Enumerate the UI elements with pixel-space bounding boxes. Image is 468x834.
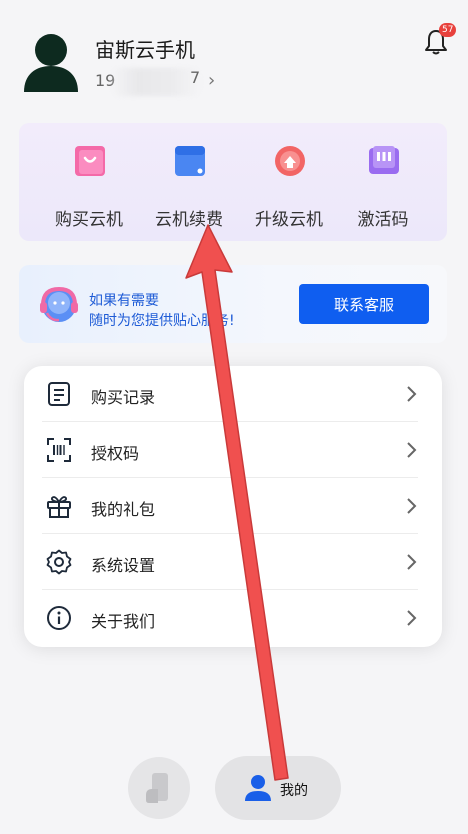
quick-action-upgrade[interactable]: 升级云机 [239,123,339,241]
tab-mine[interactable]: 我的 [215,756,341,820]
quick-action-renew[interactable]: 云机续费 [139,123,239,241]
menu-item-purchase-record[interactable]: 购买记录 [24,366,442,422]
purchase-record-icon [48,382,70,406]
quick-action-label: 云机续费 [155,210,223,230]
menu-item-auth-code[interactable]: 授权码 [24,422,442,478]
user-profile-icon [245,775,271,801]
bottom-tab-bar: 我的 [0,740,468,834]
cloud-phone-icon [146,773,168,803]
chevron-right-icon [407,498,417,514]
menu-item-gift[interactable]: 我的礼包 [24,478,442,534]
quick-action-buy[interactable]: 购买云机 [39,123,139,241]
avatar[interactable] [22,30,80,92]
activation-code-icon [369,146,399,174]
menu-item-label: 系统设置 [91,556,156,575]
tab-mine-label: 我的 [280,783,308,799]
upgrade-icon [275,146,305,176]
info-icon [47,606,71,630]
chevron-right-icon: › [208,70,216,91]
customer-service-banner: 如果有需要 随时为您提供贴心服务! 联系客服 [19,265,447,343]
renew-card-icon [175,146,205,176]
tab-cloud-phone[interactable] [128,757,190,819]
menu-item-label: 授权码 [91,444,140,463]
chevron-right-icon [407,386,417,402]
chevron-right-icon [407,442,417,458]
quick-action-label: 激活码 [357,210,409,230]
settings-gear-icon [46,549,72,575]
chevron-right-icon [407,554,417,570]
headset-support-icon [40,286,78,322]
shopping-bag-icon [75,146,105,176]
profile-header[interactable]: 宙斯云手机 19 7 › 57 [0,0,468,110]
menu-item-label: 购买记录 [91,388,156,407]
menu-item-label: 我的礼包 [91,500,156,519]
menu-item-label: 关于我们 [91,612,156,631]
phone-number[interactable]: 19 7 › [95,68,215,96]
gift-icon [47,496,71,518]
user-name: 宙斯云手机 [95,38,195,62]
menu-card: 购买记录 授权码 我的礼包 系统设置 关于我们 [24,366,442,647]
service-text-line2: 随时为您提供贴心服务! [89,313,235,329]
menu-item-settings[interactable]: 系统设置 [24,534,442,590]
chevron-right-icon [407,610,417,626]
quick-action-activation-code[interactable]: 激活码 [333,123,433,241]
service-text-line1: 如果有需要 [89,293,159,309]
menu-item-about-us[interactable]: 关于我们 [24,590,442,646]
quick-action-label: 购买云机 [55,210,123,230]
quick-action-label: 升级云机 [255,210,323,230]
contact-support-button[interactable]: 联系客服 [299,284,429,324]
notification-badge: 57 [439,23,457,37]
quick-actions-panel: 购买云机 云机续费 升级云机 激活码 [19,123,447,241]
phone-suffix: 7 [190,68,201,87]
auth-code-scan-icon [47,438,71,462]
redacted-blur [111,68,201,96]
